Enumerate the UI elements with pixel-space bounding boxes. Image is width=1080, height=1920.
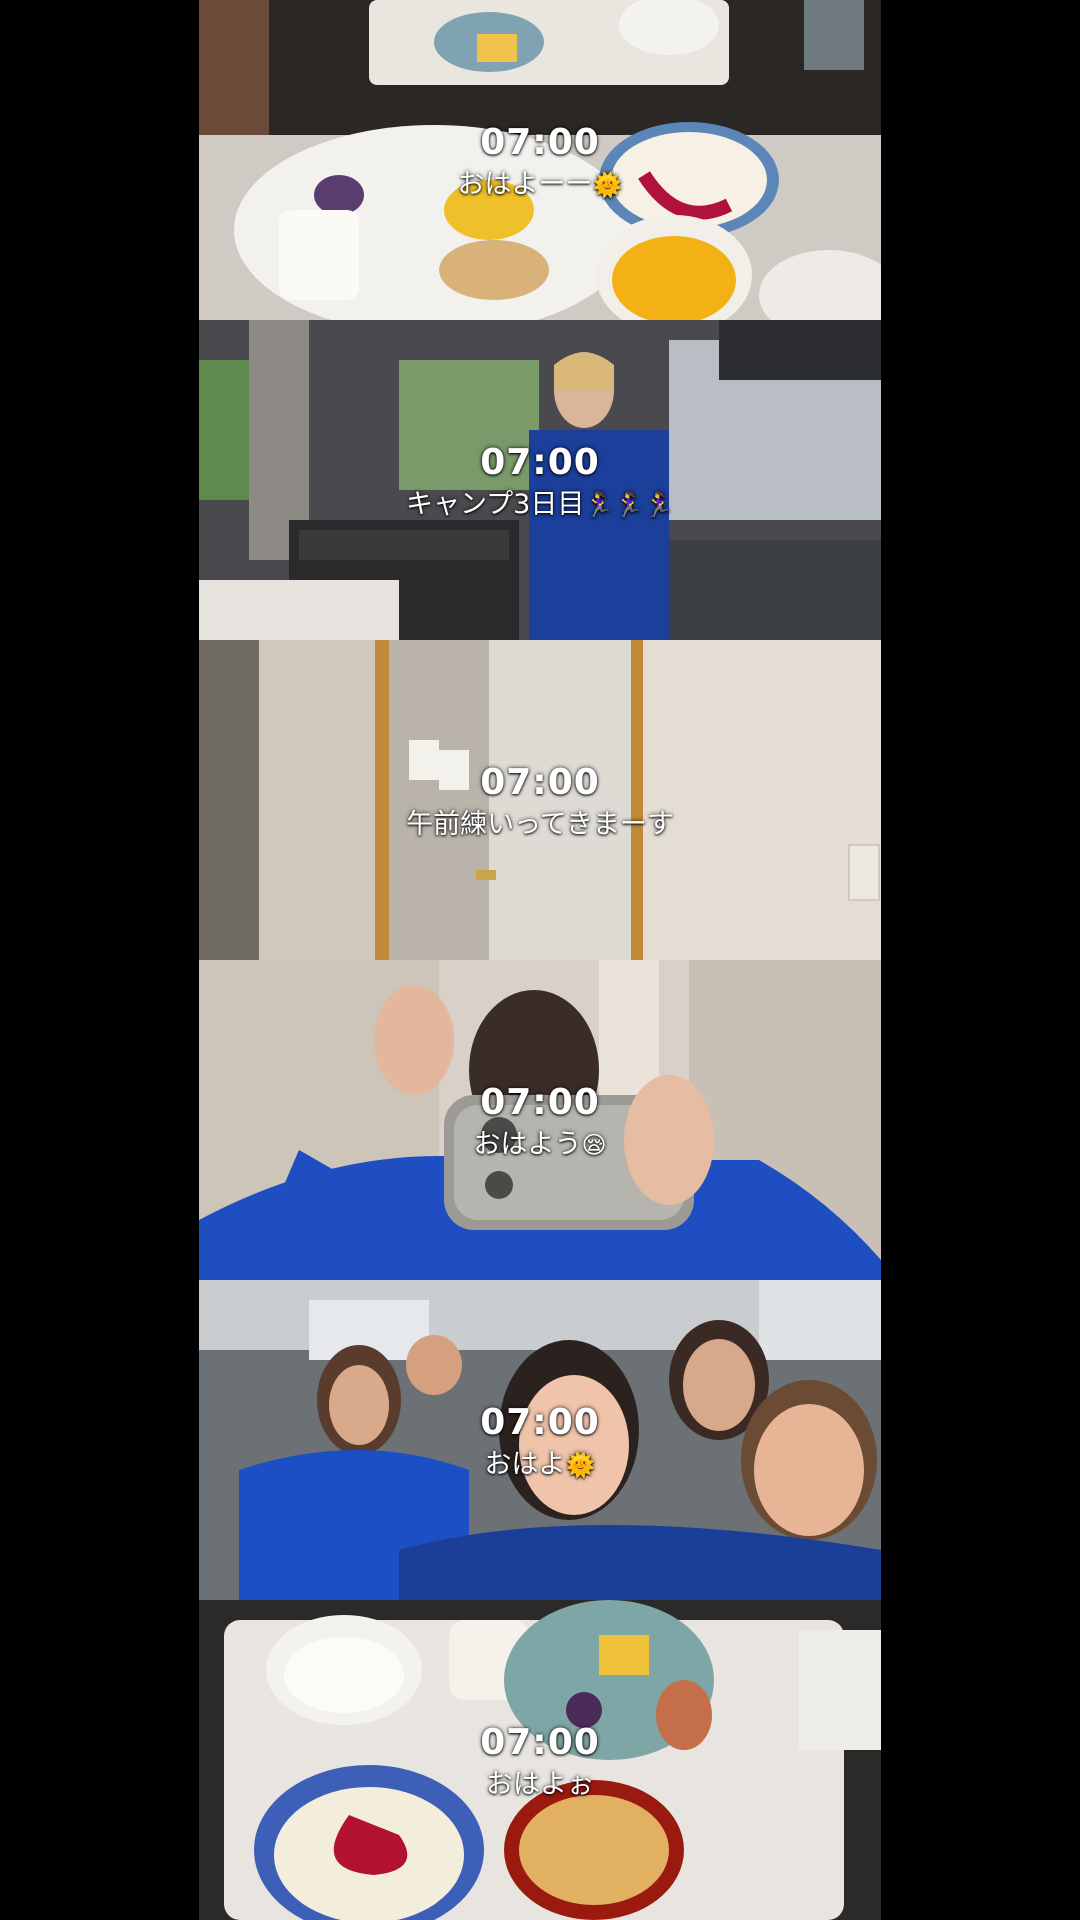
collage-panel-5: 07:00 おはよ🌞 <box>199 1280 881 1600</box>
caption: おはよ🌞 <box>199 1442 881 1481</box>
timestamp: 07:00 <box>480 122 600 163</box>
timestamp: 07:00 <box>480 1082 600 1123</box>
caption: 午前練いってきまーす <box>199 802 881 841</box>
caption-text: 午前練いってきまーす <box>406 809 674 840</box>
timestamp: 07:00 <box>480 1402 600 1443</box>
caption-text: おはよ <box>484 1449 566 1480</box>
collage-panel-6: 07:00 おはよぉ <box>199 1600 881 1920</box>
timestamp: 07:00 <box>480 442 600 483</box>
caption-text: おはよーー <box>457 169 593 200</box>
collage-panel-3: 07:00 午前練いってきまーす <box>199 640 881 960</box>
caption-text: キャンプ3日目 <box>405 489 585 520</box>
collage-panel-1: 07:00 おはよーー🌞 <box>199 0 881 320</box>
sun-emoji-icon: 🌞 <box>565 1451 596 1479</box>
caption: キャンプ3日目🏃‍♀️🏃‍♀️🏃‍♀️ <box>199 482 881 521</box>
caption-text: おはよう <box>473 1129 582 1160</box>
running-woman-emoji-icon: 🏃‍♀️🏃‍♀️🏃‍♀️ <box>584 491 675 519</box>
caption: おはよう😪 <box>199 1122 881 1161</box>
timestamp: 07:00 <box>480 762 600 803</box>
timestamp: 07:00 <box>480 1722 600 1763</box>
collage-panel-4: 07:00 おはよう😪 <box>199 960 881 1280</box>
video-collage: 07:00 おはよーー🌞 07:00 キャンプ3日目🏃‍♀️🏃‍♀️🏃‍♀️ <box>199 0 881 1920</box>
sleepy-face-emoji-icon: 😪 <box>581 1131 607 1159</box>
sun-emoji-icon: 🌞 <box>592 171 623 199</box>
caption: おはよぉ <box>199 1762 881 1801</box>
collage-panel-2: 07:00 キャンプ3日目🏃‍♀️🏃‍♀️🏃‍♀️ <box>199 320 881 640</box>
caption-text: おはよぉ <box>486 1769 594 1800</box>
caption: おはよーー🌞 <box>199 162 881 201</box>
